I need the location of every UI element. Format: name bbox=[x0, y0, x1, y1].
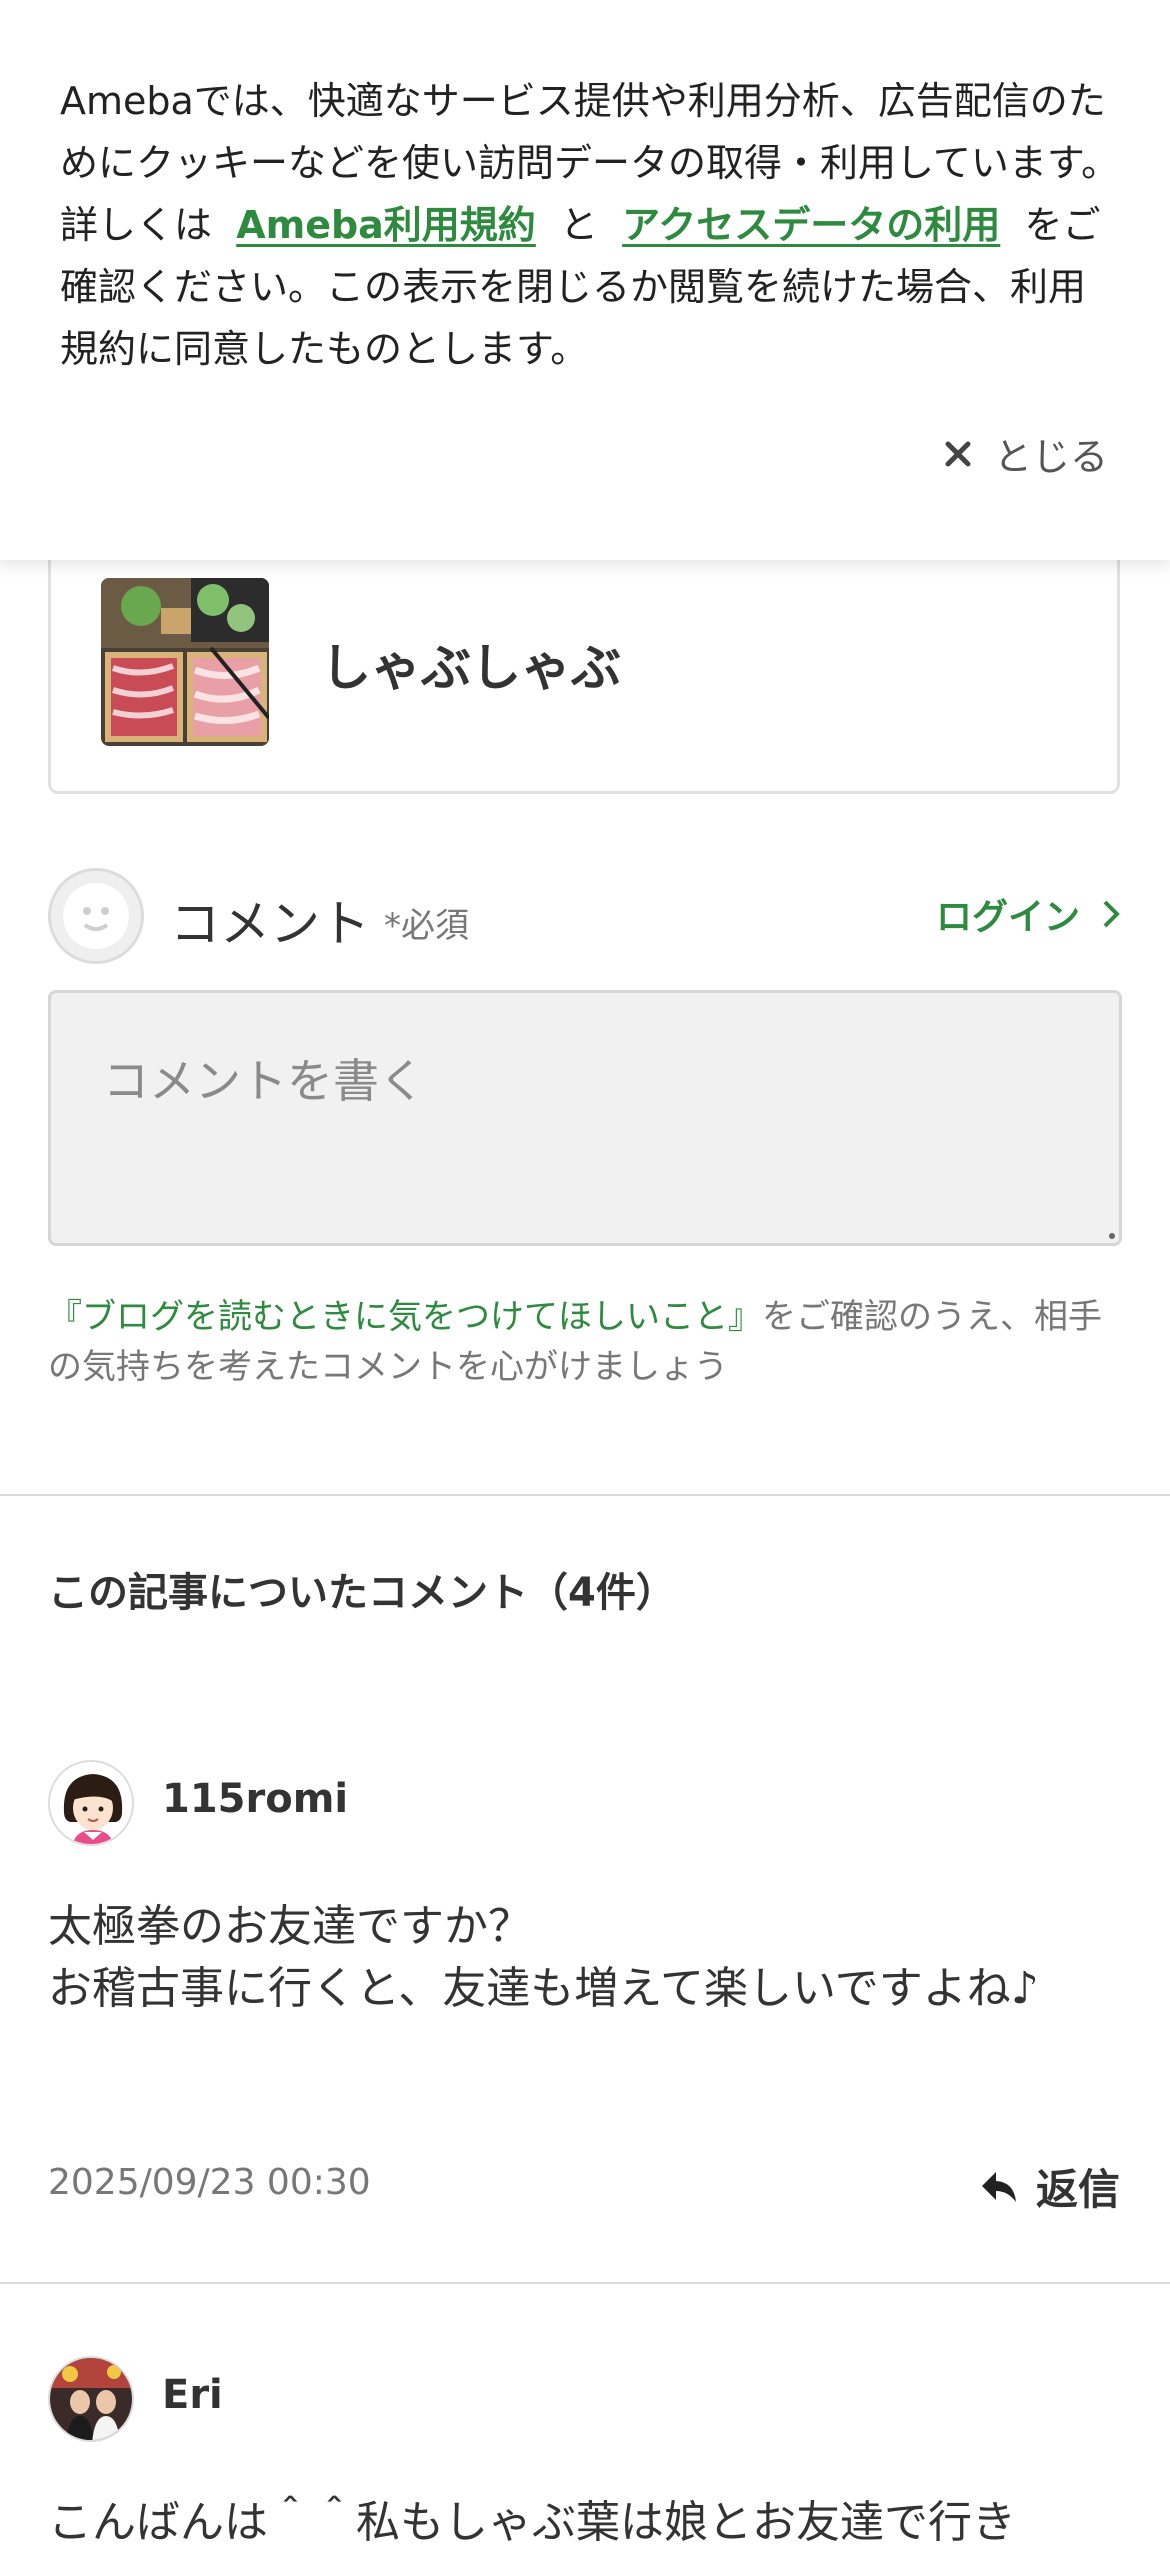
comment-line: こんばんは＾＾私もしゃぶ葉は娘とお友達で行き bbox=[48, 2497, 1016, 2548]
section-divider bbox=[0, 1494, 1170, 1496]
reply-arrow-icon bbox=[981, 2171, 1016, 2202]
cookie-text-conj: と bbox=[559, 203, 598, 247]
access-data-link[interactable]: アクセスデータの利用 bbox=[622, 203, 1000, 247]
login-link[interactable]: ログイン bbox=[936, 888, 1120, 940]
resize-handle[interactable] bbox=[1109, 1233, 1115, 1239]
cookie-consent-banner: Amebaでは、快適なサービス提供や利用分析、広告配信のためにクッキーなどを使い… bbox=[0, 0, 1170, 560]
comment-placeholder: コメントを書く bbox=[103, 1054, 425, 1108]
comments-section-title: この記事についたコメント（4件） bbox=[48, 1570, 676, 1616]
close-label: とじる bbox=[993, 435, 1108, 479]
comment-body: こんばんは＾＾私もしゃぶ葉は娘とお友達で行き bbox=[48, 2492, 1128, 2554]
comment-divider bbox=[0, 2282, 1170, 2284]
recipe-card[interactable]: しゃぶしゃぶ bbox=[48, 520, 1120, 794]
required-mark: *必須 bbox=[384, 906, 469, 946]
user-avatar[interactable] bbox=[48, 1760, 134, 1846]
cookie-consent-text: Amebaでは、快適なサービス提供や利用分析、広告配信のためにクッキーなどを使い… bbox=[60, 70, 1120, 380]
comment-username[interactable]: 115romi bbox=[162, 1776, 348, 1822]
comment-line: 太極拳のお友達ですか？ bbox=[48, 1901, 532, 1952]
terms-link[interactable]: Ameba利用規約 bbox=[236, 203, 536, 247]
close-icon bbox=[945, 441, 971, 466]
reply-label: 返信 bbox=[1035, 2165, 1120, 2214]
comment-textarea[interactable]: コメントを書く bbox=[48, 990, 1122, 1246]
close-banner-button[interactable]: とじる bbox=[944, 426, 1108, 481]
reply-button[interactable]: 返信 bbox=[980, 2156, 1120, 2217]
comment-body: 太極拳のお友達ですか？ お稽古事に行くと、友達も増えて楽しいですよね♪ bbox=[48, 1896, 1128, 2020]
comment-date: 2025/09/23 00:30 bbox=[48, 2162, 371, 2203]
comment-guide: 『ブログを読むときに気をつけてほしいこと』をご確認のうえ、相手の気持ちを考えたコ… bbox=[48, 1292, 1128, 1392]
comment-username[interactable]: Eri bbox=[162, 2372, 223, 2418]
recipe-thumbnail bbox=[101, 578, 269, 746]
user-avatar[interactable] bbox=[48, 2356, 134, 2442]
comment-line: お稽古事に行くと、友達も増えて楽しいですよね♪ bbox=[48, 1963, 1039, 2014]
guide-link[interactable]: 『ブログを読むときに気をつけてほしいこと』 bbox=[48, 1297, 762, 1337]
recipe-title[interactable]: しゃぶしゃぶ bbox=[321, 628, 621, 700]
chevron-right-icon bbox=[1103, 900, 1120, 928]
login-label: ログイン bbox=[935, 897, 1080, 938]
default-avatar-icon bbox=[48, 868, 144, 964]
comment-label: コメント bbox=[170, 895, 370, 953]
